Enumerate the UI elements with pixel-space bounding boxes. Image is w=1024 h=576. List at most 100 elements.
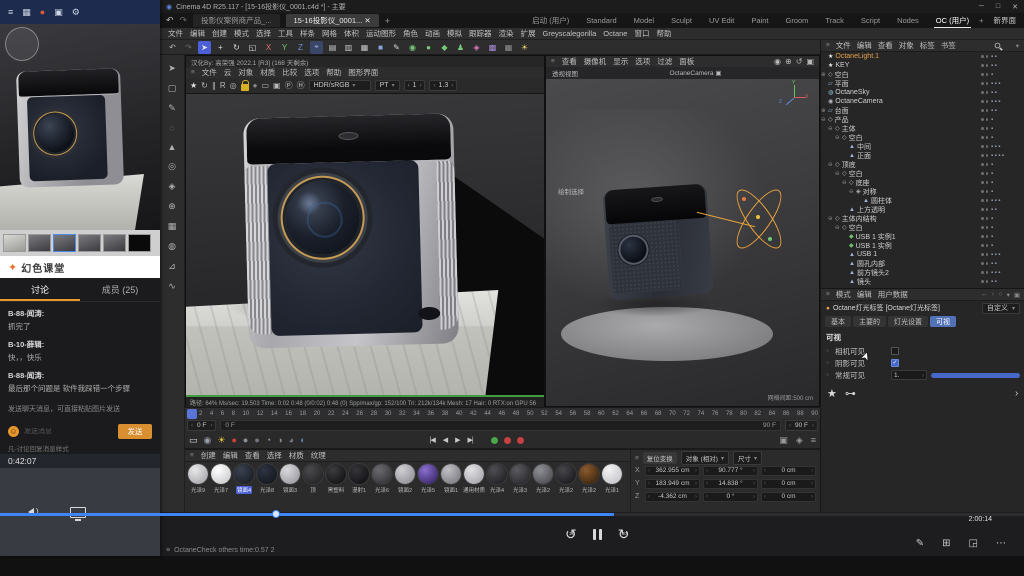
tool-icon[interactable]: ✎ bbox=[168, 103, 176, 114]
material-preview[interactable] bbox=[257, 464, 277, 484]
workspace-tab[interactable]: 启动 (用户) bbox=[530, 14, 571, 27]
visibility-dots[interactable] bbox=[981, 262, 991, 265]
tool-icon[interactable]: ∿ bbox=[168, 281, 176, 292]
tab-close-icon[interactable]: ✕ bbox=[364, 16, 370, 25]
timeline-tick[interactable]: 52 bbox=[541, 411, 548, 417]
object-tags[interactable]: ▪▪▪ bbox=[991, 144, 1024, 150]
reset-transform-button[interactable]: 复位变换 bbox=[643, 452, 677, 464]
menu-item[interactable]: 角色 bbox=[403, 28, 418, 39]
octane-menu-item[interactable]: 云 bbox=[224, 67, 232, 78]
material-preview[interactable] bbox=[441, 464, 461, 484]
object-name[interactable]: OctaneSky bbox=[835, 89, 869, 96]
material-swatch[interactable]: 光泽2 bbox=[578, 464, 600, 494]
object-tags[interactable]: ▪ bbox=[991, 135, 1024, 141]
keying-icon[interactable]: ≡ bbox=[811, 435, 816, 445]
kernel-dropdown[interactable]: PT▾ bbox=[375, 80, 400, 91]
palette-icon[interactable]: ● bbox=[254, 435, 259, 445]
material-preview[interactable] bbox=[234, 464, 254, 484]
octane-menu-item[interactable]: 材质 bbox=[260, 67, 275, 78]
document-tab-active[interactable]: 15-16投影仪_0001... ✕ bbox=[286, 14, 379, 27]
timeline-tick[interactable]: 34 bbox=[413, 411, 420, 417]
timeline-tick[interactable]: 40 bbox=[456, 411, 463, 417]
visibility-dots[interactable] bbox=[981, 136, 991, 139]
object-row[interactable]: ★ KEY ▪▪ bbox=[821, 61, 1024, 70]
record-button[interactable] bbox=[491, 437, 498, 444]
video-thumbnail[interactable] bbox=[53, 234, 76, 252]
object-tags[interactable]: ▪▪▪ bbox=[991, 81, 1024, 87]
octane-menu-item[interactable]: 选项 bbox=[304, 67, 319, 78]
rewind-10-button[interactable]: ↺10 bbox=[565, 526, 577, 543]
palette-icon[interactable]: ● bbox=[231, 435, 236, 445]
record-button[interactable] bbox=[504, 437, 511, 444]
toolbar-icon[interactable]: ◉ bbox=[406, 41, 419, 54]
visibility-dots[interactable] bbox=[981, 244, 991, 247]
timeline-tick[interactable]: 28 bbox=[370, 411, 377, 417]
expand-toggle-icon[interactable]: ⊖ bbox=[835, 171, 842, 177]
c4d-titlebar[interactable]: ◉ Cinema 4D R25.117 - [15-16投影仪_0001.c4d… bbox=[160, 0, 1024, 13]
timeline-tick[interactable]: 8 bbox=[232, 411, 235, 417]
workspace-tab[interactable]: OC (用户) bbox=[934, 14, 971, 28]
object-tags[interactable]: ▪▪ bbox=[991, 279, 1024, 285]
toolbar-icon[interactable]: ↻ bbox=[230, 41, 243, 54]
object-row[interactable]: ▲ 圆孔内部 ▪▪ bbox=[821, 259, 1024, 268]
toolbar-icon[interactable]: X bbox=[262, 41, 275, 54]
menu-item[interactable]: 选择 bbox=[256, 28, 271, 39]
object-manager-menu-item[interactable]: 标签 bbox=[920, 40, 935, 51]
octane-menu-item[interactable]: 图形界面 bbox=[348, 67, 378, 78]
palette-icon[interactable]: ▭ bbox=[189, 435, 198, 446]
value-slider[interactable] bbox=[931, 373, 1020, 378]
object-manager-menu-item[interactable]: 编辑 bbox=[857, 40, 872, 51]
transport-button[interactable]: ▶ bbox=[455, 436, 459, 444]
chat-input[interactable] bbox=[24, 428, 113, 435]
material-preview[interactable] bbox=[303, 464, 323, 484]
palette-icon[interactable]: ● bbox=[243, 435, 248, 445]
timeline-tick[interactable]: 26 bbox=[356, 411, 363, 417]
object-name[interactable]: 正面 bbox=[857, 151, 871, 161]
object-tags[interactable]: ▪ bbox=[991, 243, 1024, 249]
menu-icon[interactable]: ≡ bbox=[826, 42, 830, 49]
visibility-dots[interactable] bbox=[981, 181, 991, 184]
emoji-icon[interactable]: ☺ bbox=[8, 426, 19, 437]
timeline-tick[interactable]: 68 bbox=[655, 411, 662, 417]
attribute-tab[interactable]: 基本 bbox=[825, 316, 851, 327]
material-menu-item[interactable]: 创建 bbox=[201, 450, 216, 461]
rotation-field[interactable]: ‹90.777 °› bbox=[703, 466, 758, 476]
record-button[interactable] bbox=[517, 437, 524, 444]
object-manager-menu-item[interactable]: 对象 bbox=[899, 40, 914, 51]
timeline-tick[interactable]: 72 bbox=[683, 411, 690, 417]
menu-icon[interactable]: ≡ bbox=[635, 455, 639, 462]
material-preview[interactable] bbox=[579, 464, 599, 484]
toolbar-icon[interactable]: ▩ bbox=[486, 41, 499, 54]
pause-button[interactable] bbox=[593, 529, 602, 540]
toolbar-icon[interactable]: ◱ bbox=[246, 41, 259, 54]
visibility-dots[interactable] bbox=[981, 118, 991, 121]
screenshot-icon[interactable]: ⊞ bbox=[942, 538, 950, 549]
timeline-tick[interactable]: 38 bbox=[442, 411, 449, 417]
material-swatch[interactable]: 镜面1 bbox=[440, 464, 462, 494]
expand-toggle-icon[interactable]: ⊖ bbox=[821, 117, 828, 123]
material-swatch[interactable]: 光泽4 bbox=[486, 464, 508, 494]
tool-icon[interactable]: ▦ bbox=[168, 221, 177, 232]
palette-icon[interactable]: ◑ bbox=[277, 435, 282, 445]
viewport-menu-item[interactable]: 查看 bbox=[562, 56, 577, 67]
timeline-tick[interactable]: 24 bbox=[342, 411, 349, 417]
object-row[interactable]: ★ OctaneLight.1 ▪▪ bbox=[821, 52, 1024, 61]
scale-field[interactable]: ‹0 cm› bbox=[761, 492, 816, 502]
toolbar-icon[interactable]: ▤ bbox=[326, 41, 339, 54]
chat-footer-link[interactable]: 凡-讨论回复消息样式 bbox=[0, 442, 160, 454]
tool-icon[interactable]: ◈ bbox=[169, 181, 176, 192]
material-swatch[interactable]: 光泽1 bbox=[601, 464, 623, 494]
position-field[interactable]: ‹-4.362 cm› bbox=[645, 492, 700, 502]
video-thumbnail[interactable] bbox=[3, 234, 26, 252]
object-tags[interactable]: ▪▪ bbox=[991, 207, 1024, 213]
attribute-tab[interactable]: 灯光设置 bbox=[888, 316, 928, 327]
object-tags[interactable]: ▪ bbox=[991, 180, 1024, 186]
tool-icon[interactable]: ⊕ bbox=[168, 201, 176, 212]
octane-tool-icon[interactable]: R bbox=[220, 81, 226, 90]
footer-icon[interactable]: ★ bbox=[827, 387, 837, 400]
octane-tool-icon[interactable]: Ⓟ bbox=[285, 80, 293, 91]
material-preview[interactable] bbox=[372, 464, 392, 484]
scale-field[interactable]: ‹0 cm› bbox=[761, 479, 816, 489]
object-row[interactable]: ◆ USB 1 实例 ▪ bbox=[821, 241, 1024, 250]
toolbar-icon[interactable]: ↷ bbox=[182, 41, 195, 54]
